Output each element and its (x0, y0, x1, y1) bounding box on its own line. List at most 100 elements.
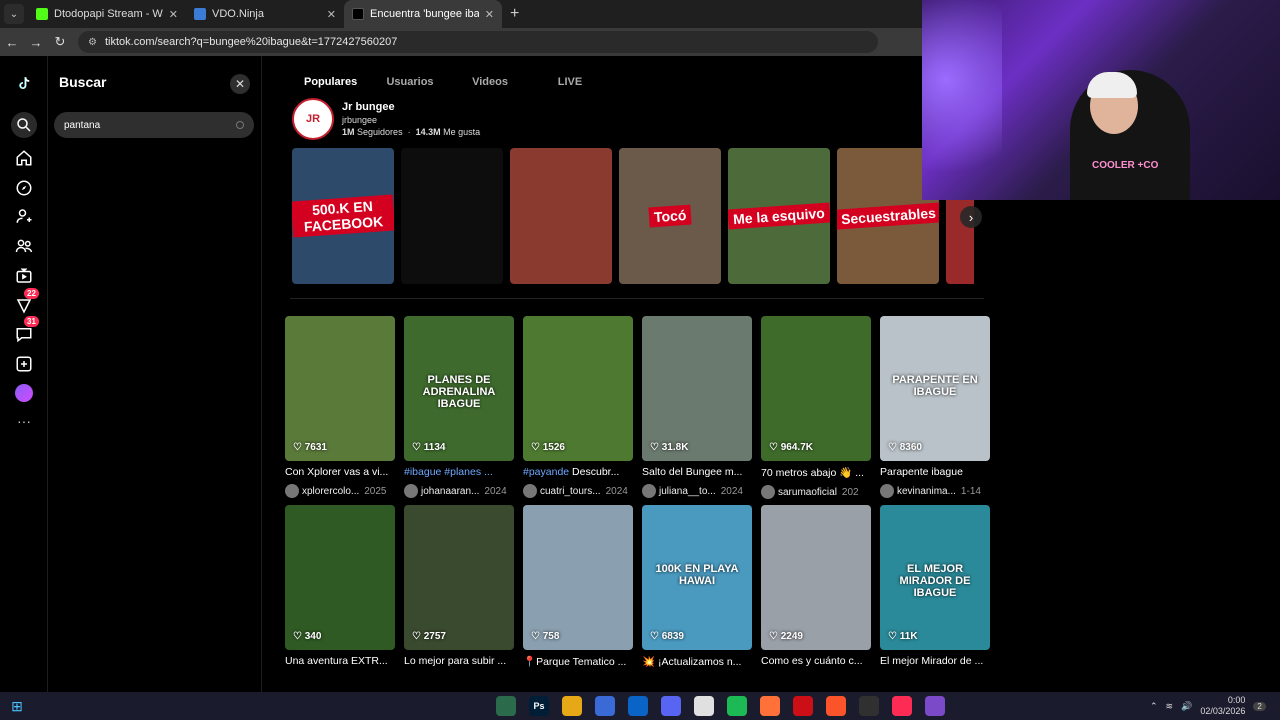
tab-search-button[interactable]: ⌄ (4, 4, 24, 24)
video-card[interactable]: ♡ 7631 Con Xplorer vas a vi... xplorercolo… (285, 316, 395, 499)
address-bar[interactable]: ⚙ tiktok.com/search?q=bungee%20ibague&t=… (78, 31, 878, 53)
following-icon[interactable] (12, 204, 36, 228)
friends-icon[interactable] (12, 234, 36, 258)
video-card[interactable]: PARAPENTE EN IBAGUE ♡ 8360 Parapente ibagu… (880, 316, 990, 499)
chevron-right-icon[interactable]: › (960, 206, 982, 228)
notification-count[interactable]: 2 (1253, 701, 1266, 711)
taskbar-app-icon[interactable] (793, 696, 813, 716)
video-description[interactable]: 70 metros abajo 👋 ... (761, 466, 871, 479)
windows-start-icon[interactable]: ⊞ (0, 698, 34, 715)
tab-close-icon[interactable]: ✕ (327, 8, 336, 21)
strip-video-thumb[interactable] (401, 148, 503, 284)
video-description[interactable]: #payande Descubr... (523, 466, 633, 478)
close-icon[interactable]: ✕ (230, 74, 250, 94)
video-thumbnail[interactable]: ♡ 964.7K (761, 316, 871, 461)
author-name[interactable]: kevinanima... (897, 486, 956, 497)
video-card[interactable]: PLANES DE ADRENALINA IBAGUE ♡ 1134 #ibague… (404, 316, 514, 499)
strip-video-thumb[interactable] (510, 148, 612, 284)
strip-video-thumb[interactable]: Tocó (619, 148, 721, 284)
new-tab-icon[interactable]: + (502, 5, 527, 23)
video-author[interactable]: johanaaran... 2024 (404, 484, 514, 498)
video-description[interactable]: 📍Parque Tematico ... (523, 655, 633, 668)
user-result-card[interactable]: JR Jr bungee jrbungee 1M Seguidores · 14… (292, 98, 480, 140)
video-thumbnail[interactable]: ♡ 2757 (404, 505, 514, 650)
video-description[interactable]: Lo mejor para subir ... (404, 655, 514, 667)
tab-live[interactable]: LIVE (530, 76, 610, 88)
video-author[interactable]: kevinanima... 1-14 (880, 484, 990, 498)
taskbar-app-icon[interactable] (826, 696, 846, 716)
more-dots-icon[interactable]: ··· (12, 409, 36, 433)
taskbar-app-icon[interactable] (859, 696, 879, 716)
tiktok-logo-icon[interactable] (12, 72, 36, 96)
messages-icon[interactable]: 31 (12, 316, 39, 346)
browser-tab-vdo[interactable]: VDO.Ninja ✕ (186, 0, 344, 28)
author-name[interactable]: johanaaran... (421, 486, 479, 497)
tab-close-icon[interactable]: ✕ (169, 8, 178, 21)
search-icon[interactable] (11, 112, 37, 138)
hashtags[interactable]: #ibague #planes ... (404, 466, 493, 478)
video-author[interactable]: xplorercolo... 2025 (285, 484, 395, 498)
author-name[interactable]: juliana__to... (659, 486, 716, 497)
site-info-icon[interactable]: ⚙ (88, 37, 97, 48)
tab-usuarios[interactable]: Usuarios (370, 76, 450, 88)
video-thumbnail[interactable]: PARAPENTE EN IBAGUE ♡ 8360 (880, 316, 990, 461)
video-thumbnail[interactable]: EL MEJOR MIRADOR DE IBAGUE ♡ 11K (880, 505, 990, 650)
video-description[interactable]: Salto del Bungee m... (642, 466, 752, 478)
video-description[interactable]: #ibague #planes ... (404, 466, 514, 478)
taskbar-app-icon[interactable] (727, 696, 747, 716)
video-thumbnail[interactable]: ♡ 7631 (285, 316, 395, 461)
taskbar-app-icon[interactable] (661, 696, 681, 716)
video-card[interactable]: ♡ 340 Una aventura EXTR... (285, 505, 395, 668)
volume-icon[interactable]: 🔊 (1181, 701, 1192, 712)
taskbar-app-icon[interactable] (694, 696, 714, 716)
home-icon[interactable] (12, 146, 36, 170)
video-card[interactable]: ♡ 2757 Lo mejor para subir ... (404, 505, 514, 668)
clock[interactable]: 0:00 02/03/2026 (1200, 695, 1245, 717)
video-author[interactable]: juliana__to... 2024 (642, 484, 752, 498)
video-card[interactable]: ♡ 758 📍Parque Tematico ... (523, 505, 633, 668)
video-card[interactable]: ♡ 1526 #payande Descubr... cuatri_tours...… (523, 316, 633, 499)
taskbar-app-icon[interactable]: Ps (529, 696, 549, 716)
tab-videos[interactable]: Videos (450, 76, 530, 88)
back-arrow-icon[interactable]: ← (0, 35, 24, 50)
video-thumbnail[interactable]: ♡ 340 (285, 505, 395, 650)
taskbar-app-icon[interactable] (562, 696, 582, 716)
search-box[interactable] (54, 112, 254, 138)
reload-icon[interactable]: ↻ (48, 34, 72, 50)
search-input[interactable] (64, 119, 236, 131)
explore-compass-icon[interactable] (12, 176, 36, 200)
forward-arrow-icon[interactable]: → (24, 35, 48, 50)
video-card[interactable]: ♡ 964.7K 70 metros abajo 👋 ... sarumaofici… (761, 316, 871, 499)
video-thumbnail[interactable]: ♡ 1526 (523, 316, 633, 461)
author-name[interactable]: xplorercolo... (302, 486, 359, 497)
taskbar-app-icon[interactable] (595, 696, 615, 716)
video-card[interactable]: 100K EN PLAYA HAWAI ♡ 6839 💥 ¡Actualizamos… (642, 505, 752, 668)
video-card[interactable]: ♡ 31.8K Salto del Bungee m... juliana__to.… (642, 316, 752, 499)
browser-tab-kick[interactable]: Dtodopapi Stream - Watch Live ✕ (28, 0, 186, 28)
video-card[interactable]: ♡ 2249 Como es y cuánto c... (761, 505, 871, 668)
strip-video-thumb[interactable]: Me la esquivo (728, 148, 830, 284)
upload-icon[interactable] (12, 352, 36, 376)
video-description[interactable]: Como es y cuánto c... (761, 655, 871, 667)
video-description[interactable]: Con Xplorer vas a vi... (285, 466, 395, 478)
taskbar-app-icon[interactable] (892, 696, 912, 716)
browser-tab-tiktok[interactable]: Encuentra 'bungee ibagué' en ✕ (344, 0, 502, 28)
video-thumbnail[interactable]: ♡ 758 (523, 505, 633, 650)
hashtags[interactable]: #payande (523, 466, 569, 478)
tab-populares[interactable]: Populares (290, 76, 370, 88)
wifi-icon[interactable]: ≋ (1166, 701, 1174, 712)
video-card[interactable]: EL MEJOR MIRADOR DE IBAGUE ♡ 11K El mejor … (880, 505, 990, 668)
video-description[interactable]: El mejor Mirador de ... (880, 655, 990, 667)
tray-chevron-icon[interactable]: ⌃ (1150, 701, 1158, 712)
tab-close-icon[interactable]: ✕ (485, 8, 494, 21)
video-thumbnail[interactable]: PLANES DE ADRENALINA IBAGUE ♡ 1134 (404, 316, 514, 461)
video-author[interactable]: sarumaoficial 202 (761, 485, 871, 499)
video-author[interactable]: cuatri_tours... 2024 (523, 484, 633, 498)
video-thumbnail[interactable]: 100K EN PLAYA HAWAI ♡ 6839 (642, 505, 752, 650)
author-name[interactable]: cuatri_tours... (540, 486, 601, 497)
taskbar-app-icon[interactable] (628, 696, 648, 716)
video-description[interactable]: Una aventura EXTR... (285, 655, 395, 667)
video-description[interactable]: Parapente ibague (880, 466, 990, 478)
taskbar-app-icon[interactable] (925, 696, 945, 716)
taskbar-app-icon[interactable] (760, 696, 780, 716)
